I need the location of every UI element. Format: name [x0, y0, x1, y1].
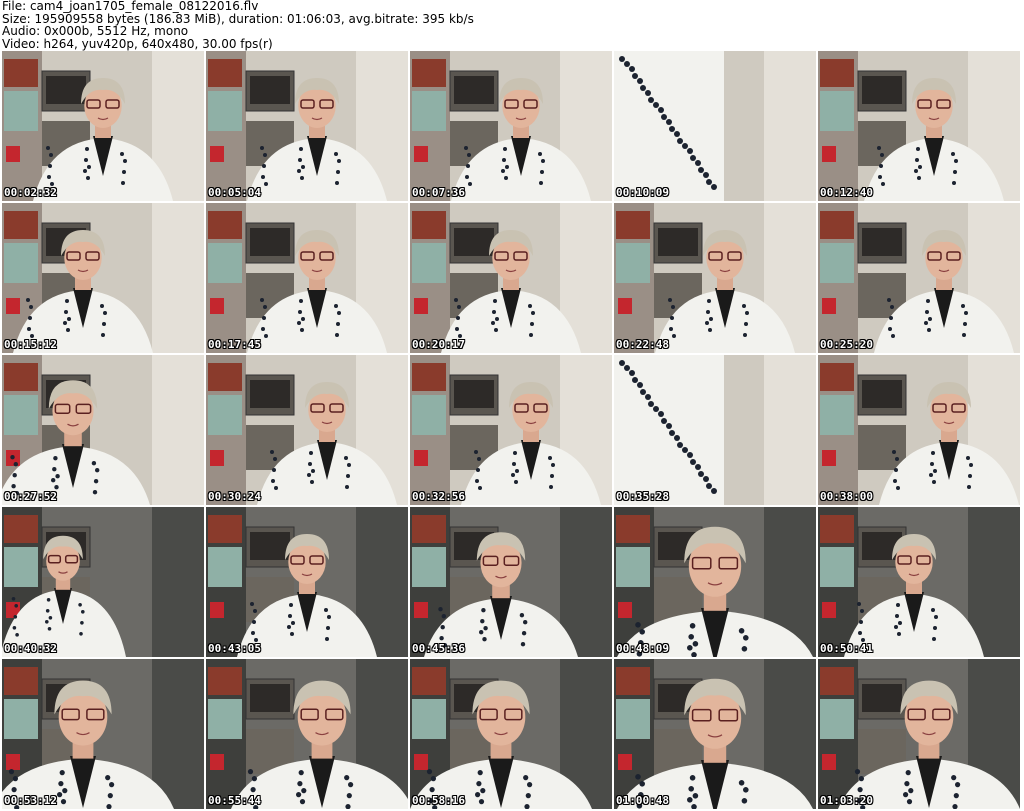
- video-info-line: Video: h264, yuv420p, 640x480, 30.00 fps…: [2, 36, 273, 51]
- thumbnail-timestamp: 00:45:36: [412, 642, 465, 655]
- thumbnail-timestamp: 01:00:48: [616, 794, 669, 807]
- thumbnail-frame: [206, 507, 408, 657]
- thumbnail-timestamp: 00:15:12: [4, 338, 57, 351]
- thumbnail-timestamp: 00:10:09: [616, 186, 669, 199]
- thumbnail-frame: [818, 507, 1020, 657]
- thumbnail-frame: [818, 659, 1020, 809]
- video-thumbnail: 00:12:40: [818, 51, 1020, 201]
- thumbnail-timestamp: 00:02:32: [4, 186, 57, 199]
- thumbnail-frame: [614, 51, 816, 201]
- thumbnail-timestamp: 00:35:28: [616, 490, 669, 503]
- video-thumbnail: 01:00:48: [614, 659, 816, 809]
- thumbnail-timestamp: 00:27:52: [4, 490, 57, 503]
- thumbnail-frame: [614, 203, 816, 353]
- thumbnail-timestamp: 00:20:17: [412, 338, 465, 351]
- video-thumbnail: 00:38:00: [818, 355, 1020, 505]
- thumbnail-frame: [410, 659, 612, 809]
- thumbnail-timestamp: 00:58:16: [412, 794, 465, 807]
- video-thumbnail: 00:10:09: [614, 51, 816, 201]
- thumbnail-grid: 00:02:32 00:05:04 00:07:36 00:10:09 00:12:40…: [2, 51, 1020, 809]
- video-thumbnail: 00:35:28: [614, 355, 816, 505]
- thumbnail-timestamp: 00:32:56: [412, 490, 465, 503]
- thumbnail-timestamp: 00:22:48: [616, 338, 669, 351]
- thumbnail-frame: [2, 507, 204, 657]
- thumbnail-timestamp: 01:03:20: [820, 794, 873, 807]
- thumbnail-timestamp: 00:55:44: [208, 794, 261, 807]
- video-thumbnail: 01:03:20: [818, 659, 1020, 809]
- video-thumbnail: 00:27:52: [2, 355, 204, 505]
- video-thumbnail: 00:07:36: [410, 51, 612, 201]
- video-thumbnail: 00:02:32: [2, 51, 204, 201]
- video-thumbnail: 00:05:04: [206, 51, 408, 201]
- audio-info-line: Audio: 0x000b, 5512 Hz, mono: [2, 24, 189, 38]
- thumbnail-timestamp: 00:53:12: [4, 794, 57, 807]
- thumbnail-frame: [614, 659, 816, 809]
- thumbnail-timestamp: 00:48:09: [616, 642, 669, 655]
- file-info-header: File: cam4_joan1705_female_08122016.flv …: [2, 0, 1022, 50]
- video-thumbnail: 00:58:16: [410, 659, 612, 809]
- thumbnail-frame: [410, 355, 612, 505]
- thumbnail-frame: [206, 659, 408, 809]
- thumbnail-timestamp: 00:38:00: [820, 490, 873, 503]
- thumbnail-frame: [2, 203, 204, 353]
- video-thumbnail: 00:20:17: [410, 203, 612, 353]
- thumbnail-frame: [2, 659, 204, 809]
- thumbnail-frame: [206, 203, 408, 353]
- video-thumbnail: 00:43:05: [206, 507, 408, 657]
- thumbnail-frame: [410, 507, 612, 657]
- thumbnail-timestamp: 00:50:41: [820, 642, 873, 655]
- video-thumbnail: 00:48:09: [614, 507, 816, 657]
- thumbnail-timestamp: 00:43:05: [208, 642, 261, 655]
- thumbnail-frame: [818, 203, 1020, 353]
- video-thumbnail: 00:17:45: [206, 203, 408, 353]
- thumbnail-frame: [206, 51, 408, 201]
- video-thumbnail: 00:53:12: [2, 659, 204, 809]
- thumbnail-timestamp: 00:40:32: [4, 642, 57, 655]
- thumbnail-timestamp: 00:30:24: [208, 490, 261, 503]
- thumbnail-frame: [818, 355, 1020, 505]
- video-thumbnail: 00:45:36: [410, 507, 612, 657]
- video-thumbnail: 00:30:24: [206, 355, 408, 505]
- video-thumbnail: 00:32:56: [410, 355, 612, 505]
- video-thumbnail: 00:50:41: [818, 507, 1020, 657]
- thumbnail-frame: [2, 51, 204, 201]
- video-thumbnail: 00:40:32: [2, 507, 204, 657]
- thumbnail-timestamp: 00:12:40: [820, 186, 873, 199]
- thumbnail-frame: [818, 51, 1020, 201]
- thumbnail-timestamp: 00:25:20: [820, 338, 873, 351]
- thumbnail-timestamp: 00:17:45: [208, 338, 261, 351]
- thumbnail-frame: [206, 355, 408, 505]
- video-thumbnail: 00:55:44: [206, 659, 408, 809]
- file-name-line: File: cam4_joan1705_female_08122016.flv: [2, 0, 259, 13]
- thumbnail-timestamp: 00:07:36: [412, 186, 465, 199]
- thumbnail-frame: [410, 203, 612, 353]
- thumbnail-frame: [614, 355, 816, 505]
- video-thumbnail: 00:22:48: [614, 203, 816, 353]
- thumbnail-frame: [2, 355, 204, 505]
- thumbnail-frame: [614, 507, 816, 657]
- thumbnail-timestamp: 00:05:04: [208, 186, 261, 199]
- video-thumbnail: 00:15:12: [2, 203, 204, 353]
- thumbnail-frame: [410, 51, 612, 201]
- video-thumbnail: 00:25:20: [818, 203, 1020, 353]
